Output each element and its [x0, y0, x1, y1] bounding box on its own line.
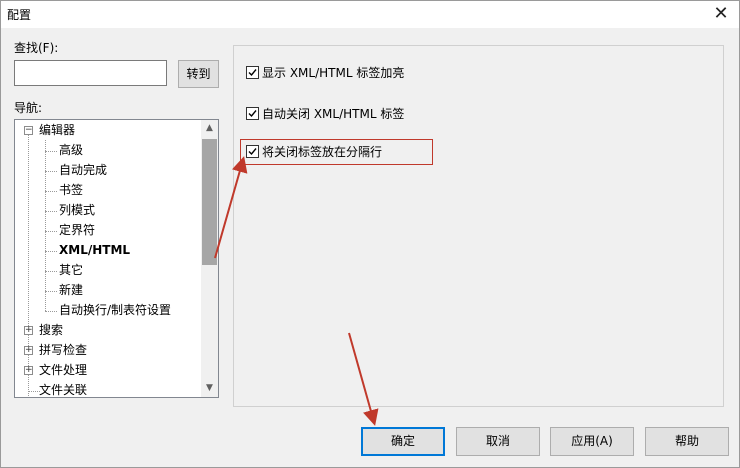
nav-tree: − + + + 编辑器 高级 自动完成 书签 列模式 定界符 XML/HTML …	[14, 119, 219, 398]
tree-item-other[interactable]: 其它	[59, 260, 83, 280]
scroll-thumb[interactable]	[202, 139, 217, 265]
tree-connector-line	[45, 291, 57, 292]
goto-button[interactable]: 转到	[178, 60, 219, 88]
options-panel	[233, 45, 724, 407]
tree-scrollbar[interactable]: ▲ ▼	[201, 120, 218, 397]
apply-button[interactable]: 应用(A)	[550, 427, 634, 456]
tree-connector-line	[45, 140, 46, 311]
close-icon[interactable]: ✕	[709, 3, 733, 25]
tree-item-new[interactable]: 新建	[59, 280, 83, 300]
tree-item-search[interactable]: 搜索	[39, 320, 63, 340]
tree-item-file-handling[interactable]: 文件处理	[39, 360, 87, 380]
checkbox-checked-icon[interactable]	[246, 107, 259, 120]
window-title: 配置	[7, 8, 32, 22]
tree-item-editor[interactable]: 编辑器	[39, 120, 75, 140]
tree-connector-line	[45, 151, 57, 152]
tree-item-wordwrap-tabs[interactable]: 自动换行/制表符设置	[59, 300, 171, 320]
tree-connector-line	[28, 134, 29, 396]
cancel-button[interactable]: 取消	[456, 427, 540, 456]
highlight-annotation-box	[240, 139, 433, 165]
expand-icon[interactable]: +	[24, 326, 33, 335]
expand-icon[interactable]: +	[24, 346, 33, 355]
find-label: 查找(F):	[14, 41, 59, 55]
option-label: 自动关闭 XML/HTML 标签	[262, 107, 405, 121]
title-bar: 配置 ✕	[1, 1, 739, 28]
tree-connector-line	[45, 251, 57, 252]
option-label: 显示 XML/HTML 标签加亮	[262, 66, 405, 80]
ok-button[interactable]: 确定	[361, 427, 445, 456]
scroll-down-icon[interactable]: ▼	[201, 380, 218, 397]
tree-connector-line	[45, 231, 57, 232]
help-button[interactable]: 帮助	[645, 427, 729, 456]
nav-label: 导航:	[14, 101, 43, 115]
tree-item-delimiters[interactable]: 定界符	[59, 220, 95, 240]
tree-item-autocomplete[interactable]: 自动完成	[59, 160, 107, 180]
tree-item-advanced[interactable]: 高级	[59, 140, 83, 160]
tree-connector-line	[45, 311, 57, 312]
tree-connector-line	[45, 171, 57, 172]
tree-item-column-mode[interactable]: 列模式	[59, 200, 95, 220]
checkbox-checked-icon[interactable]	[246, 66, 259, 79]
find-input[interactable]	[14, 60, 167, 86]
tree-item-bookmarks[interactable]: 书签	[59, 180, 83, 200]
scroll-up-icon[interactable]: ▲	[201, 120, 218, 137]
tree-item-spellcheck[interactable]: 拼写检查	[39, 340, 87, 360]
collapse-icon[interactable]: −	[24, 126, 33, 135]
tree-connector-line	[45, 211, 57, 212]
config-dialog: 配置 ✕ 查找(F): 转到 导航: − + + + 编辑器 高级 自动完成 书…	[0, 0, 740, 468]
tree-item-file-associations[interactable]: 文件关联	[39, 380, 87, 397]
expand-icon[interactable]: +	[24, 366, 33, 375]
tree-connector-line	[45, 271, 57, 272]
tree-item-xml-html[interactable]: XML/HTML	[59, 240, 130, 260]
tree-connector-line	[45, 191, 57, 192]
